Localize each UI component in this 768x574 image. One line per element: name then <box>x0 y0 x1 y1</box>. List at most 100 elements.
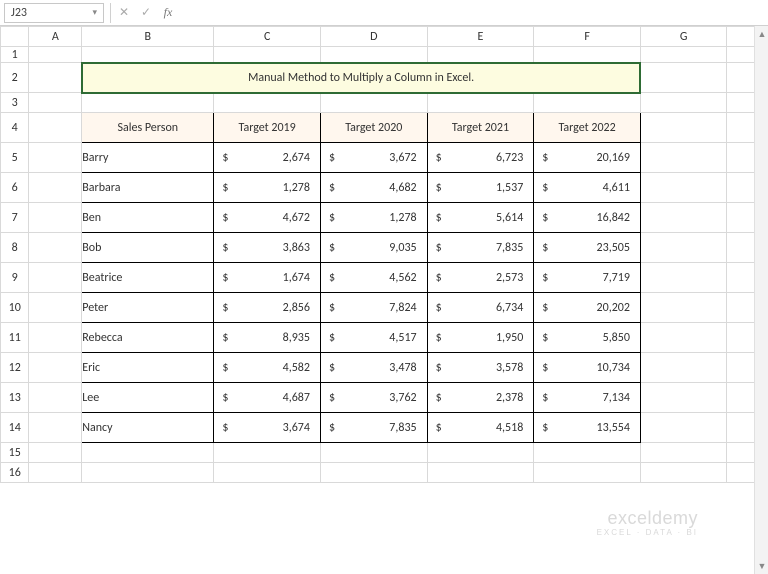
row-header[interactable]: 5 <box>1 143 29 173</box>
currency-value: $9,035 <box>321 233 427 262</box>
table-header-2019[interactable]: Target 2019 <box>214 113 321 143</box>
name-box[interactable]: J23 ▾ <box>4 3 104 23</box>
col-header-C[interactable]: C <box>214 27 321 47</box>
cell-target-2022[interactable]: $5,850 <box>534 323 641 353</box>
cell-target-2022[interactable]: $4,611 <box>534 173 641 203</box>
cell-target-2022[interactable]: $20,202 <box>534 293 641 323</box>
row-header[interactable]: 13 <box>1 383 29 413</box>
cell-target-2021[interactable]: $4,518 <box>427 413 534 443</box>
cell-sales-person[interactable]: Nancy <box>82 413 214 443</box>
col-header-G[interactable]: G <box>640 27 726 47</box>
dollar-icon: $ <box>436 361 442 375</box>
cell-target-2020[interactable]: $9,035 <box>320 233 427 263</box>
col-header-A[interactable]: A <box>29 27 82 47</box>
cell-target-2019[interactable]: $2,674 <box>214 143 321 173</box>
cell-target-2021[interactable]: $1,537 <box>427 173 534 203</box>
scroll-down-button[interactable]: ▼ <box>755 558 768 574</box>
cell-target-2020[interactable]: $3,672 <box>320 143 427 173</box>
cell-sales-person[interactable]: Lee <box>82 383 214 413</box>
table-header-sales-person[interactable]: Sales Person <box>82 113 214 143</box>
formula-input[interactable] <box>179 3 768 23</box>
row-header[interactable]: 7 <box>1 203 29 233</box>
fx-icon: fx <box>164 5 173 20</box>
table-header-2020[interactable]: Target 2020 <box>320 113 427 143</box>
row-header[interactable]: 8 <box>1 233 29 263</box>
row-header[interactable]: 10 <box>1 293 29 323</box>
row-header[interactable]: 3 <box>1 93 29 113</box>
currency-value: $4,687 <box>214 383 320 412</box>
col-header-E[interactable]: E <box>427 27 534 47</box>
cell-target-2020[interactable]: $4,682 <box>320 173 427 203</box>
cell-target-2021[interactable]: $2,378 <box>427 383 534 413</box>
col-header-F[interactable]: F <box>534 27 641 47</box>
cell-target-2022[interactable]: $10,734 <box>534 353 641 383</box>
amount: 5,850 <box>603 331 630 345</box>
cell-target-2020[interactable]: $1,278 <box>320 203 427 233</box>
cell-target-2020[interactable]: $3,478 <box>320 353 427 383</box>
cell-target-2019[interactable]: $3,674 <box>214 413 321 443</box>
cell-target-2022[interactable]: $20,169 <box>534 143 641 173</box>
cell-target-2021[interactable]: $3,578 <box>427 353 534 383</box>
col-header-D[interactable]: D <box>320 27 427 47</box>
vertical-scrollbar[interactable]: ▲ ▼ <box>754 26 768 574</box>
cell-target-2019[interactable]: $2,856 <box>214 293 321 323</box>
cell-sales-person[interactable]: Ben <box>82 203 214 233</box>
row-header[interactable]: 12 <box>1 353 29 383</box>
page-title[interactable]: Manual Method to Multiply a Column in Ex… <box>82 63 641 93</box>
cell-target-2022[interactable]: $7,134 <box>534 383 641 413</box>
cell-target-2020[interactable]: $7,824 <box>320 293 427 323</box>
watermark: exceldemy EXCEL · DATA · BI <box>597 509 698 538</box>
cell-target-2021[interactable]: $2,573 <box>427 263 534 293</box>
row-header[interactable]: 14 <box>1 413 29 443</box>
cell-target-2020[interactable]: $4,562 <box>320 263 427 293</box>
amount: 4,687 <box>283 391 310 405</box>
select-all-corner[interactable] <box>1 27 29 47</box>
cell-target-2021[interactable]: $6,734 <box>427 293 534 323</box>
cell-target-2019[interactable]: $4,582 <box>214 353 321 383</box>
table-header-2021[interactable]: Target 2021 <box>427 113 534 143</box>
row-header[interactable]: 11 <box>1 323 29 353</box>
cell-sales-person[interactable]: Peter <box>82 293 214 323</box>
row-header[interactable]: 16 <box>1 463 29 483</box>
fx-button[interactable]: fx <box>157 3 179 23</box>
scroll-up-button[interactable]: ▲ <box>755 26 768 42</box>
cell-target-2022[interactable]: $23,505 <box>534 233 641 263</box>
cell-sales-person[interactable]: Barry <box>82 143 214 173</box>
cell-target-2019[interactable]: $4,672 <box>214 203 321 233</box>
cell-target-2019[interactable]: $8,935 <box>214 323 321 353</box>
cell-target-2020[interactable]: $4,517 <box>320 323 427 353</box>
cell-target-2021[interactable]: $7,835 <box>427 233 534 263</box>
cell-target-2020[interactable]: $3,762 <box>320 383 427 413</box>
cell-target-2021[interactable]: $1,950 <box>427 323 534 353</box>
confirm-button[interactable]: ✓ <box>135 3 157 23</box>
amount: 1,950 <box>496 331 523 345</box>
dollar-icon: $ <box>436 151 442 165</box>
row-header[interactable]: 9 <box>1 263 29 293</box>
cell-target-2022[interactable]: $16,842 <box>534 203 641 233</box>
cancel-button[interactable]: ✕ <box>113 3 135 23</box>
cell-sales-person[interactable]: Rebecca <box>82 323 214 353</box>
cell-target-2019[interactable]: $1,674 <box>214 263 321 293</box>
spreadsheet-grid[interactable]: A B C D E F G 1 2 Manual Method to Multi… <box>0 26 768 483</box>
cell-target-2019[interactable]: $1,278 <box>214 173 321 203</box>
cell-target-2019[interactable]: $4,687 <box>214 383 321 413</box>
row-header[interactable]: 6 <box>1 173 29 203</box>
row-header[interactable]: 2 <box>1 63 29 93</box>
cell-target-2019[interactable]: $3,863 <box>214 233 321 263</box>
cell-sales-person[interactable]: Beatrice <box>82 263 214 293</box>
cell-target-2022[interactable]: $13,554 <box>534 413 641 443</box>
cell-target-2021[interactable]: $5,614 <box>427 203 534 233</box>
row-header[interactable]: 4 <box>1 113 29 143</box>
cell-sales-person[interactable]: Bob <box>82 233 214 263</box>
table-header-2022[interactable]: Target 2022 <box>534 113 641 143</box>
row-header[interactable]: 15 <box>1 443 29 463</box>
col-header-B[interactable]: B <box>82 27 214 47</box>
cell-target-2021[interactable]: $6,723 <box>427 143 534 173</box>
cell-sales-person[interactable]: Eric <box>82 353 214 383</box>
currency-value: $1,950 <box>428 323 534 352</box>
dollar-icon: $ <box>329 331 335 345</box>
cell-target-2020[interactable]: $7,835 <box>320 413 427 443</box>
row-header[interactable]: 1 <box>1 47 29 63</box>
cell-target-2022[interactable]: $7,719 <box>534 263 641 293</box>
cell-sales-person[interactable]: Barbara <box>82 173 214 203</box>
